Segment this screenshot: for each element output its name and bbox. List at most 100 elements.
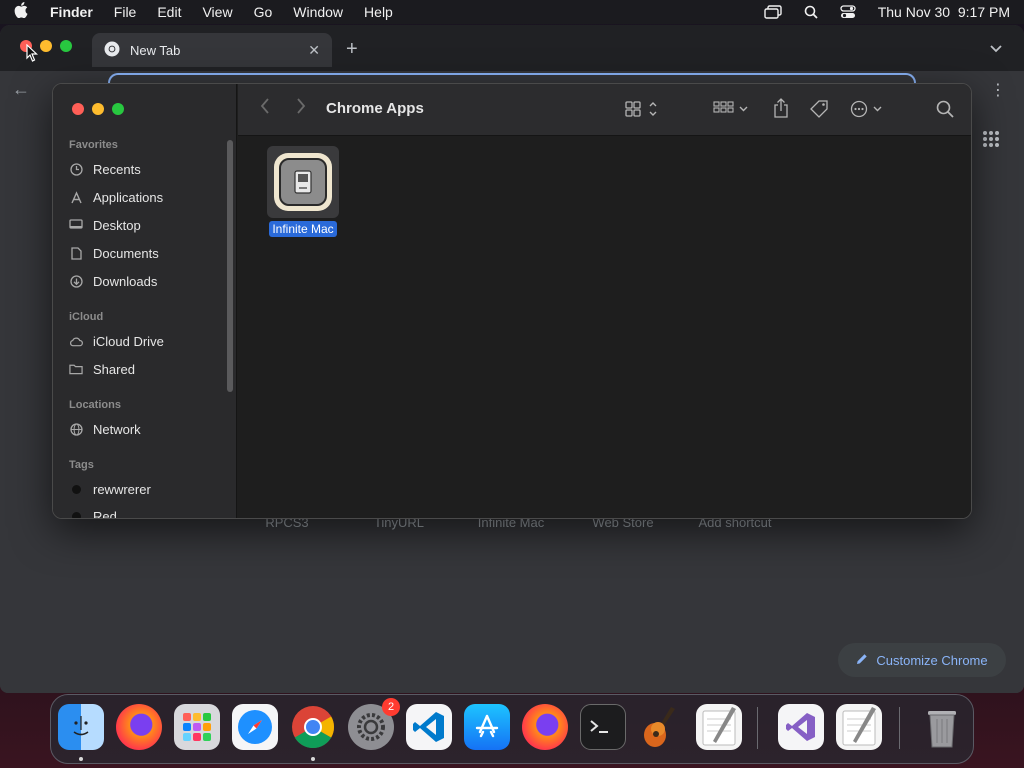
- finder-content-area[interactable]: Infinite Mac: [238, 136, 971, 518]
- desktop-icon: [69, 218, 83, 232]
- chrome-logo-icon: [104, 41, 120, 60]
- globe-icon: [69, 422, 83, 436]
- shared-folder-icon: [69, 362, 83, 376]
- trash-icon[interactable]: [919, 704, 965, 750]
- sidebar-item-label: Recents: [93, 161, 141, 177]
- sidebar-item-label: Applications: [93, 189, 164, 205]
- sidebar-item-tag[interactable]: rewwrerer: [69, 478, 151, 500]
- menu-window[interactable]: Window: [293, 4, 343, 20]
- forward-chevron-icon[interactable]: [296, 98, 306, 119]
- sidebar-item-network[interactable]: Network: [69, 418, 141, 440]
- settings-icon[interactable]: 2: [348, 698, 400, 750]
- menu-go[interactable]: Go: [254, 4, 273, 20]
- dock-separator: [757, 707, 758, 749]
- menu-app-name[interactable]: Finder: [50, 4, 93, 20]
- control-center-icon[interactable]: [840, 5, 856, 19]
- customize-chrome-button[interactable]: Customize Chrome: [838, 643, 1006, 677]
- sidebar-section-locations: Locations: [69, 399, 121, 411]
- finder-sidebar: Favorites Recents Applications Desktop D…: [53, 84, 237, 519]
- new-tab-plus-icon[interactable]: +: [346, 38, 358, 61]
- menu-edit[interactable]: Edit: [157, 4, 181, 20]
- chrome-menu-kebab-icon[interactable]: ⋮: [990, 80, 1006, 100]
- google-apps-grid-icon[interactable]: [982, 130, 1000, 153]
- menu-file[interactable]: File: [114, 4, 137, 20]
- finder-toolbar: Chrome Apps: [238, 84, 971, 136]
- menu-bar: Finder File Edit View Go Window Help Thu…: [0, 0, 1024, 24]
- close-tab-icon[interactable]: ✕: [308, 42, 320, 59]
- sidebar-item-label: Documents: [93, 245, 159, 261]
- launchpad-icon[interactable]: [174, 704, 220, 750]
- vscode-icon[interactable]: [406, 704, 452, 750]
- applications-icon: [69, 190, 83, 204]
- terminal-icon[interactable]: [580, 704, 626, 750]
- firefox-icon[interactable]: [522, 704, 568, 750]
- menu-help[interactable]: Help: [364, 4, 393, 20]
- customize-chrome-label: Customize Chrome: [876, 652, 988, 668]
- icon-view-grid-icon[interactable]: [625, 100, 661, 123]
- app-store-icon[interactable]: [464, 704, 510, 750]
- sidebar-item-applications[interactable]: Applications: [69, 186, 163, 208]
- chrome-tab-new-tab[interactable]: New Tab ✕: [92, 33, 332, 67]
- sidebar-item-label: Downloads: [93, 273, 158, 289]
- file-name-label: Infinite Mac: [269, 221, 337, 237]
- sidebar-item-downloads[interactable]: Downloads: [69, 270, 157, 292]
- chrome-minimize-button[interactable]: [40, 40, 52, 52]
- pencil-icon: [856, 653, 868, 668]
- finder-close-button[interactable]: [72, 103, 84, 115]
- apple-menu-icon[interactable]: [14, 1, 32, 23]
- finder-zoom-button[interactable]: [112, 103, 124, 115]
- chrome-zoom-button[interactable]: [60, 40, 72, 52]
- tag-color-dot: [71, 484, 81, 494]
- sidebar-item-label: Red: [93, 508, 117, 519]
- finder-icon[interactable]: [58, 704, 104, 750]
- screen-mirroring-icon[interactable]: [764, 5, 782, 19]
- sidebar-item-tag[interactable]: Red: [69, 505, 117, 519]
- back-chevron-icon[interactable]: [260, 98, 270, 119]
- visual-studio-icon[interactable]: [778, 704, 824, 750]
- sidebar-item-icloud-drive[interactable]: iCloud Drive: [69, 330, 164, 352]
- finder-window-title: Chrome Apps: [326, 100, 424, 117]
- firefox-icon[interactable]: [116, 704, 162, 750]
- sidebar-item-recents[interactable]: Recents: [69, 158, 141, 180]
- sidebar-item-label: Desktop: [93, 217, 141, 233]
- sidebar-item-label: rewwrerer: [93, 481, 151, 497]
- sidebar-item-documents[interactable]: Documents: [69, 242, 159, 264]
- spotlight-search-icon[interactable]: [804, 5, 818, 19]
- textedit-icon[interactable]: [696, 704, 742, 750]
- finder-window: Favorites Recents Applications Desktop D…: [52, 83, 972, 519]
- tag-icon[interactable]: [810, 100, 830, 123]
- chrome-omnibox[interactable]: [108, 73, 916, 83]
- chrome-back-arrow-icon[interactable]: ←: [12, 79, 30, 100]
- share-icon[interactable]: [773, 98, 789, 123]
- sidebar-item-desktop[interactable]: Desktop: [69, 214, 141, 236]
- tag-color-dot: [71, 511, 81, 518]
- finder-minimize-button[interactable]: [92, 103, 104, 115]
- dock-separator: [899, 707, 900, 749]
- sidebar-item-shared[interactable]: Shared: [69, 358, 135, 380]
- sidebar-item-label: iCloud Drive: [93, 333, 164, 349]
- tab-search-chevron-icon[interactable]: [990, 40, 1002, 58]
- garageband-icon[interactable]: [638, 704, 684, 750]
- safari-icon[interactable]: [232, 704, 278, 750]
- sidebar-item-label: Shared: [93, 361, 135, 377]
- dock: 2: [50, 694, 974, 764]
- classic-mac-icon: [294, 170, 312, 194]
- running-indicator: [311, 757, 315, 761]
- sidebar-scrollbar[interactable]: [227, 140, 233, 392]
- notification-badge: 2: [382, 698, 400, 716]
- menu-clock[interactable]: Thu Nov 30 9:17 PM: [878, 4, 1010, 20]
- sidebar-item-label: Network: [93, 421, 141, 437]
- menu-view[interactable]: View: [202, 4, 232, 20]
- chrome-icon[interactable]: [290, 704, 336, 750]
- search-icon[interactable]: [936, 100, 954, 123]
- more-actions-icon[interactable]: [850, 100, 886, 123]
- sidebar-section-icloud: iCloud: [69, 311, 104, 323]
- cloud-icon: [69, 334, 83, 348]
- finder-window-controls: [72, 103, 124, 115]
- group-by-icon[interactable]: [713, 100, 751, 123]
- document-icon: [69, 246, 83, 260]
- textedit-icon[interactable]: [836, 704, 882, 750]
- sidebar-section-favorites: Favorites: [69, 139, 118, 151]
- file-item-infinite-mac[interactable]: Infinite Mac: [266, 146, 340, 237]
- file-selection-highlight: [267, 146, 339, 218]
